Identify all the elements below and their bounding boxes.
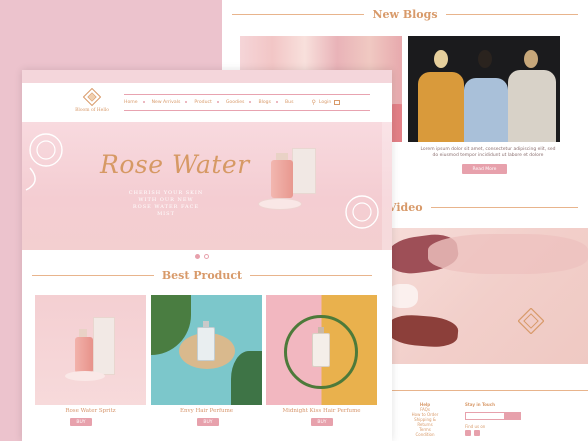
top-bar — [22, 70, 392, 83]
footer-divider — [388, 390, 588, 391]
divider — [430, 206, 578, 208]
blog-excerpt: Lorem ipsum dolor sit amet, consectetur … — [420, 147, 556, 158]
read-more-button[interactable]: Read More — [462, 164, 507, 174]
facebook-icon[interactable] — [474, 430, 480, 436]
blog-section-header: New Blogs — [232, 6, 578, 22]
nav-item-goodies[interactable]: Goodies — [226, 100, 253, 105]
footer-stay-title: Stay in Touch — [465, 402, 495, 407]
nav-item-product[interactable]: Product — [194, 100, 219, 105]
brand-name: Bloom of Hello — [75, 108, 109, 113]
divider — [32, 274, 154, 276]
login-link[interactable]: Login — [319, 100, 331, 105]
nav-item-new-arrivals[interactable]: New Arrivals — [152, 100, 189, 105]
product-name[interactable]: Rose Water Spritz — [35, 408, 146, 414]
newsletter-submit-button[interactable] — [505, 412, 521, 420]
divider — [232, 13, 365, 15]
rose-outline-icon — [25, 133, 63, 191]
rose-water-bottle — [271, 160, 293, 198]
video-section-header: Video — [388, 200, 578, 214]
hero-title: Rose Water — [100, 150, 250, 179]
buy-button[interactable]: BUY — [311, 418, 333, 426]
video-section-title: Video — [388, 200, 423, 214]
divider — [250, 274, 372, 276]
brand-logo-icon[interactable] — [83, 88, 101, 106]
footer-follow-title: Find us on — [465, 424, 486, 429]
buy-button[interactable]: BUY — [70, 418, 92, 426]
footer-stay-in-touch: Stay in Touch — [465, 402, 525, 408]
nav-item-bus[interactable]: Bus — [285, 100, 293, 105]
buy-button[interactable]: BUY — [197, 418, 219, 426]
blog-section-title: New Blogs — [372, 7, 438, 21]
search-icon[interactable]: ⚲ — [311, 99, 315, 106]
carousel-dots — [195, 254, 209, 259]
footer-link[interactable]: Terms Condition — [410, 427, 440, 437]
nav-line-top — [124, 94, 370, 95]
nav-item-home[interactable]: Home — [124, 100, 146, 105]
product-name[interactable]: Midnight Kiss Hair Perfume — [266, 408, 377, 414]
divider — [445, 13, 578, 15]
product-box — [292, 148, 316, 194]
cart-icon[interactable] — [334, 99, 341, 105]
best-product-title: Best Product — [161, 268, 243, 282]
blog-image-runway[interactable] — [408, 36, 560, 142]
bottle-dish — [258, 198, 302, 210]
newsletter-email-input[interactable] — [465, 412, 505, 420]
nav-line-bottom — [124, 110, 370, 111]
product-card-image[interactable] — [266, 295, 377, 405]
product-card-image[interactable] — [35, 295, 146, 405]
carousel-dot[interactable] — [195, 254, 200, 259]
main-nav: Home New Arrivals Product Goodies Blogs … — [124, 96, 392, 108]
hero-subtitle: CHERISH YOUR SKIN WITH OUR NEW ROSE WATE… — [128, 190, 204, 217]
carousel-dot[interactable] — [204, 254, 209, 259]
footer-link[interactable]: Shipping & Returns — [410, 417, 440, 427]
product-card-image[interactable] — [151, 295, 262, 405]
video-player[interactable] — [388, 228, 588, 364]
hero-banner[interactable] — [22, 122, 392, 250]
nav-item-blogs[interactable]: Blogs — [258, 100, 279, 105]
product-name[interactable]: Envy Hair Perfume — [151, 408, 262, 414]
brand-logo-icon — [518, 308, 544, 334]
footer-help: Help FAQs How to Order Shipping & Return… — [410, 402, 440, 437]
instagram-icon[interactable] — [465, 430, 471, 436]
best-product-header: Best Product — [32, 268, 372, 282]
